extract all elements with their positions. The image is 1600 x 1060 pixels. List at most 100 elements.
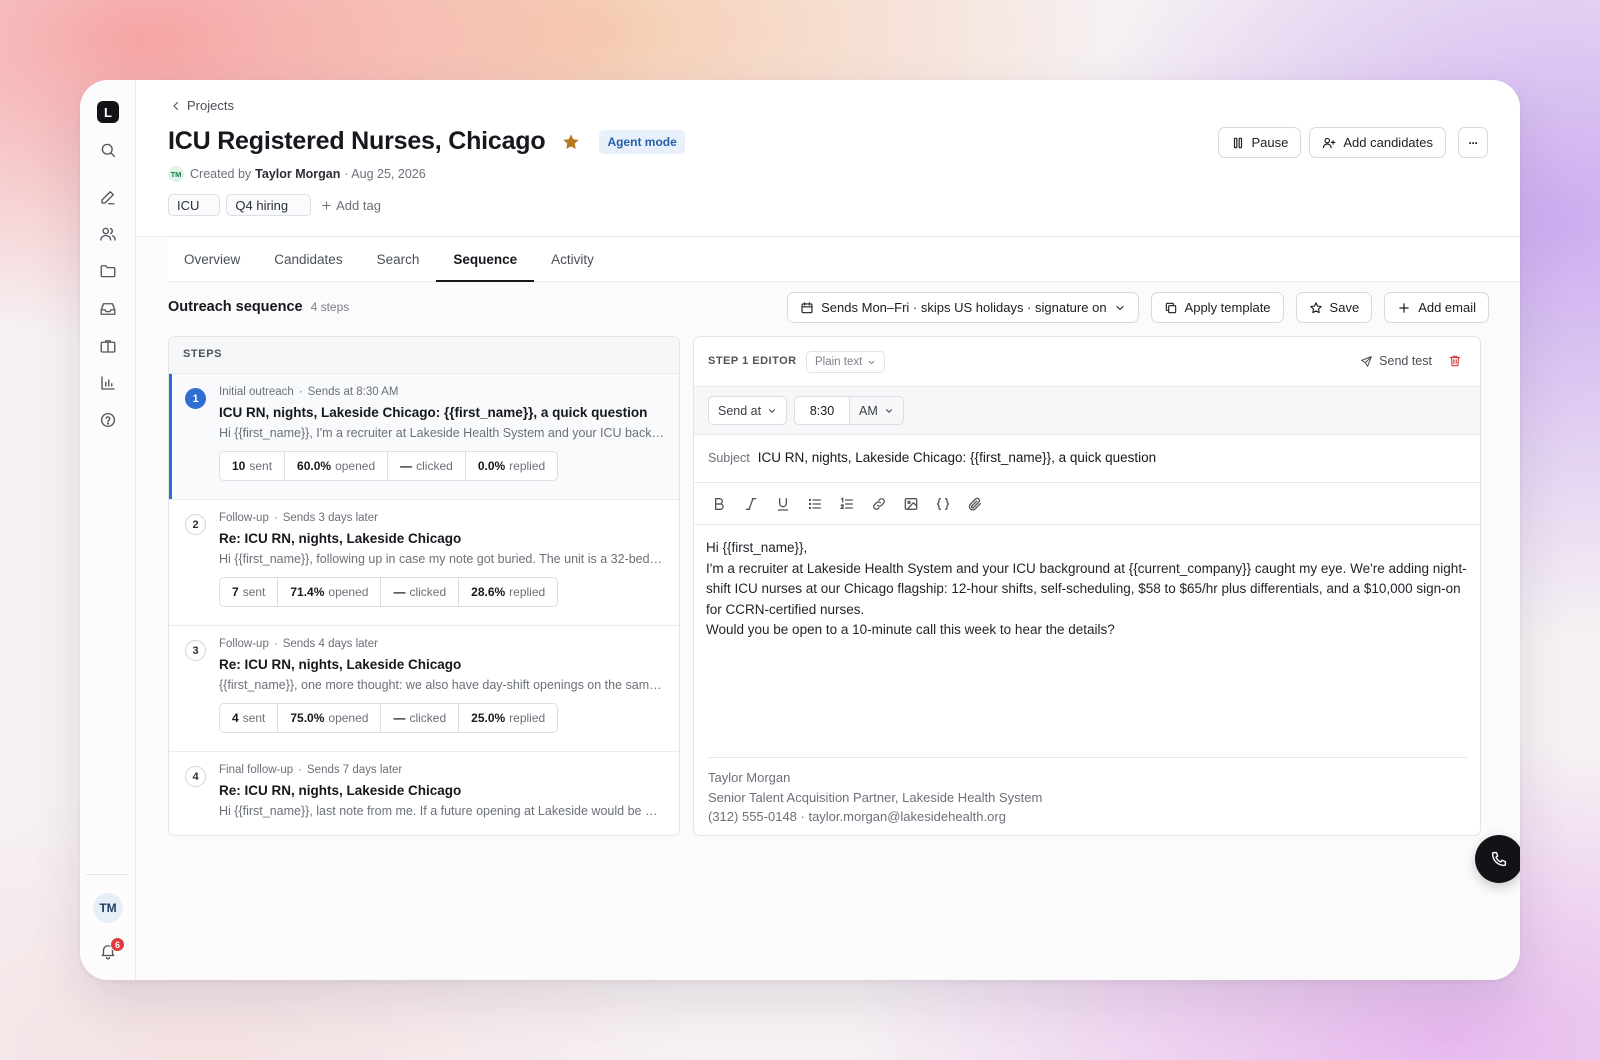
step-card-3[interactable]: 3 Follow-up · Sends 4 days later Re: ICU… [169,626,679,752]
pause-button[interactable]: Pause [1217,127,1302,158]
stat-opened: 60.0% opened [285,452,389,480]
header-actions: Pause Add candidates ··· [1217,127,1488,158]
step-preview: Hi {{first_name}}, following up in case … [219,552,664,566]
step-stats: 4 sent 75.0% opened — clicked 25.0% replied [219,703,559,733]
app-logo[interactable]: L [97,101,119,123]
tab-sequence[interactable]: Sequence [436,237,534,282]
notification-badge: 6 [110,937,125,952]
step-timing: Sends at 8:30 AM [307,386,399,398]
creator-name: Taylor Morgan [255,167,341,181]
breadcrumb-projects[interactable]: Projects [187,98,234,113]
bold-icon[interactable] [711,496,727,512]
phone-icon [1490,850,1508,868]
editor-header: STEP 1 EDITOR Plain text Send test [694,337,1480,387]
send-schedule-row: Send at 8:30 AM [694,387,1480,435]
step-meta: Follow-up · Sends 3 days later [219,512,378,524]
format-value: Plain text [815,356,863,368]
add-email-label: Add email [1418,300,1476,315]
add-candidates-button[interactable]: Add candidates [1309,127,1446,158]
step-type: Follow-up [219,638,269,650]
breadcrumb[interactable]: Projects [170,98,234,113]
save-button[interactable]: Save [1295,292,1373,323]
bullet-list-icon[interactable] [807,496,823,512]
step-meta: Final follow-up · Sends 7 days later [219,764,403,776]
trash-icon[interactable] [1448,354,1462,368]
stat-opened: 75.0% opened [278,704,382,732]
tab-candidates[interactable]: Candidates [257,237,359,281]
users-icon[interactable] [99,225,117,243]
tab-activity[interactable]: Activity [534,237,611,281]
send-test-label: Send test [1379,354,1432,368]
step-stats: 7 sent 71.4% opened — clicked 28.6% replied [219,577,559,607]
tag-icu[interactable]: ICU [168,194,221,216]
chevron-down-icon [867,358,876,367]
step-subject: Re: ICU RN, nights, Lakeside Chicago [219,783,462,798]
sequence-actions: Sends Mon–Fri · skips US holidays · sign… [787,292,1489,323]
star-icon [1309,301,1323,315]
send-test-button[interactable]: Send test [1360,354,1432,368]
stat-opened: 71.4% opened [278,578,382,606]
search-icon[interactable] [99,141,117,159]
editor-title: STEP 1 EDITOR [708,355,797,367]
italic-icon[interactable] [743,496,759,512]
inbox-icon[interactable] [99,300,117,318]
steps-heading: STEPS [169,337,679,374]
tag-list: ICU Q4 hiring Add tag [168,194,381,216]
schedule-settings-button[interactable]: Sends Mon–Fri · skips US holidays · sign… [787,292,1139,323]
send-mode-select[interactable]: Send at [708,396,788,425]
more-options-button[interactable]: ··· [1458,127,1488,158]
created-by-label: Created by [190,167,252,181]
plus-icon [1397,301,1411,315]
underline-icon[interactable] [775,496,791,512]
tag-q4-hiring[interactable]: Q4 hiring [226,194,312,216]
favorite-star-icon[interactable] [561,132,581,152]
apply-template-button[interactable]: Apply template [1150,292,1284,323]
step-card-4[interactable]: 4 Final follow-up · Sends 7 days later R… [169,752,679,835]
variable-icon[interactable] [935,496,951,512]
subject-value[interactable]: ICU RN, nights, Lakeside Chicago: {{firs… [758,450,1156,467]
chart-icon[interactable] [99,374,117,392]
stat-replied: 0.0% replied [477,459,546,473]
add-email-button[interactable]: Add email [1384,292,1489,323]
tab-overview[interactable]: Overview [167,237,257,281]
ampm-select[interactable]: AM [850,396,904,425]
image-icon[interactable] [903,496,919,512]
app-window: L TM 6 Projects ICU Registered Nurses, C… [80,80,1520,980]
attach-icon[interactable] [967,496,983,512]
agent-mode-badge[interactable]: Agent mode [599,129,685,154]
step-number: 2 [185,514,206,535]
step-subject: ICU RN, nights, Lakeside Chicago: {{firs… [219,405,648,420]
step-preview: Hi {{first_name}}, last note from me. If… [219,804,664,818]
briefcase-icon[interactable] [99,337,117,355]
folder-icon[interactable] [99,262,117,280]
help-icon[interactable] [99,411,117,429]
format-select[interactable]: Plain text [806,351,886,373]
apply-template-label: Apply template [1184,300,1271,315]
schedule-summary: Sends Mon–Fri · skips US holidays · sign… [821,300,1107,315]
page-title: ICU Registered Nurses, Chicago [168,127,546,155]
step-type: Follow-up [219,512,269,524]
sequence-title: Outreach sequence 4 steps [168,299,349,315]
chevron-down-icon [884,406,894,416]
step-preview: Hi {{first_name}}, I'm a recruiter at La… [219,426,664,440]
add-tag-button[interactable]: Add tag [321,198,381,213]
email-body[interactable]: Hi {{first_name}}, I'm a recruiter at La… [694,525,1480,757]
main-content: Projects ICU Registered Nurses, Chicago … [136,80,1520,980]
signature-contact: (312) 555-0148 · taylor.morgan@lakesideh… [708,809,1006,824]
call-button[interactable] [1475,835,1520,883]
step-timing: Sends 4 days later [282,638,378,650]
tab-search[interactable]: Search [360,237,437,281]
step-type: Initial outreach [219,386,294,398]
chevron-down-icon [767,406,777,416]
subject-field[interactable]: Subject ICU RN, nights, Lakeside Chicago… [694,435,1480,483]
created-date: · Aug 25, 2026 [344,167,426,181]
numbered-list-icon[interactable] [839,496,855,512]
pencil-icon[interactable] [99,188,117,206]
send-time-input[interactable]: 8:30 [794,396,850,425]
user-avatar[interactable]: TM [93,893,123,923]
step-timing: Sends 3 days later [282,512,378,524]
link-icon[interactable] [871,496,887,512]
step-card-2[interactable]: 2 Follow-up · Sends 3 days later Re: ICU… [169,500,679,626]
stat-sent: 4 sent [220,704,279,732]
step-card-1[interactable]: 1 Initial outreach · Sends at 8:30 AM IC… [169,374,679,500]
